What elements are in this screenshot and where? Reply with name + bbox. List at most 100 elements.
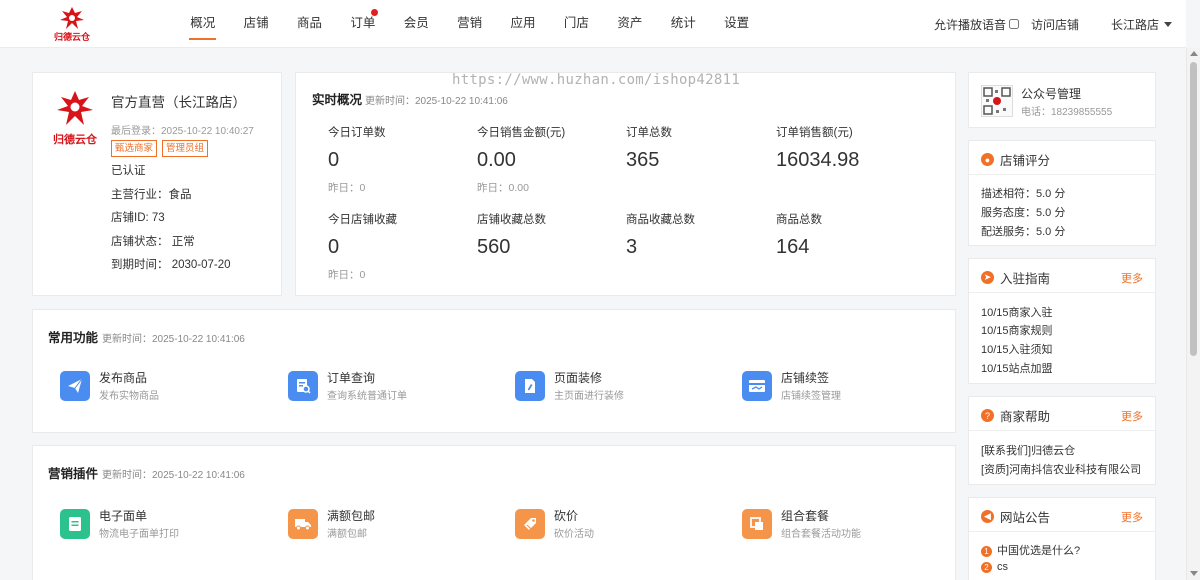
stat-total-orders: 订单总数 365 [626, 127, 672, 171]
wechat-account-card[interactable]: 公众号管理 电话：18239855555 [968, 72, 1156, 128]
rating-item: 服务态度：5.0 分 [981, 207, 1066, 219]
nav-tab-store[interactable]: 店铺 [229, 0, 282, 48]
combo-package-button[interactable]: 组合套餐 组合套餐活动功能 [742, 507, 942, 541]
navigation-arrow-icon: ➤ [981, 271, 994, 284]
rating-item: 配送服务：5.0 分 [981, 226, 1066, 238]
guide-link[interactable]: 10/15商家规则 [981, 322, 1053, 338]
guide-more-link[interactable]: 更多 [1121, 270, 1143, 286]
guide-link[interactable]: 10/15商家入驻 [981, 304, 1053, 320]
notice-number-badge: 2 [981, 562, 992, 573]
store-id: 店铺ID: 73 [111, 212, 165, 224]
truck-icon [288, 509, 318, 539]
stat-today-sales: 今日销售金额(元) 0.00 昨日：0.00 [477, 127, 566, 194]
store-switcher[interactable]: 长江路店 [1111, 16, 1172, 33]
nav-tab-shops[interactable]: 门店 [550, 0, 603, 48]
bargain-button[interactable]: 砍价 砍价活动 [515, 507, 715, 541]
last-login-time: 最后登录：2025-10-22 10:40:27 [111, 126, 254, 137]
stat-total-sales: 订单销售额(元) 16034.98 [776, 127, 860, 171]
store-expire-date: 到期时间： 2030-07-20 [111, 259, 231, 271]
rating-icon: ● [981, 153, 994, 166]
store-renewal-button[interactable]: 店铺续签 店铺续签管理 [742, 369, 942, 403]
site-notice-card: ◀ 网站公告 更多 1 中国优选是什么? 2 cs [968, 497, 1156, 580]
combo-icon [742, 509, 772, 539]
card-title: 入驻指南 [1000, 272, 1051, 286]
stat-goods-total: 商品总数 164 [776, 214, 822, 258]
stat-today-store-favorites: 今日店铺收藏 0 昨日：0 [328, 214, 397, 281]
stat-today-orders: 今日订单数 0 昨日：0 [328, 127, 386, 194]
card-title: 店铺评分 [1000, 154, 1051, 168]
wechat-title: 公众号管理 [1021, 87, 1082, 101]
bargain-icon [515, 509, 545, 539]
realtime-overview-card: 实时概况 更新时间：2025-10-22 10:41:06 今日订单数 0 昨日… [295, 72, 956, 296]
brand-name: 归德云仓 [53, 32, 90, 42]
store-industry: 主营行业：食品 [111, 189, 192, 201]
nav-tab-members[interactable]: 会员 [390, 0, 443, 48]
speaker-icon: ◀ [981, 510, 994, 523]
page-scrollbar[interactable] [1186, 48, 1200, 580]
visit-store-link[interactable]: 访问店铺 [1031, 16, 1079, 33]
order-query-button[interactable]: 订单查询 查询系统普通订单 [288, 369, 488, 403]
voice-toggle[interactable]: 允许播放语音 [934, 16, 1019, 33]
publish-goods-button[interactable]: 发布商品 发布实物商品 [60, 369, 260, 403]
main-nav: 概况 店铺 商品 订单 会员 营销 应用 门店 资产 统计 设置 [176, 0, 763, 48]
notice-item[interactable]: 1 中国优选是什么? [981, 542, 1080, 558]
help-link[interactable]: [资质]河南抖信农业科技有限公司 [981, 461, 1141, 477]
waybill-icon [60, 509, 90, 539]
merchant-help-card: ? 商家帮助 更多 [联系我们]归德云仓 [资质]河南抖信农业科技有限公司 [968, 396, 1156, 485]
page-edit-icon [515, 371, 545, 401]
nav-tab-goods[interactable]: 商品 [283, 0, 336, 48]
guide-link[interactable]: 10/15站点加盟 [981, 360, 1053, 376]
page-decoration-button[interactable]: 页面装修 主页面进行装修 [515, 369, 715, 403]
help-more-link[interactable]: 更多 [1121, 408, 1143, 424]
settlement-guide-card: ➤ 入驻指南 更多 10/15商家入驻 10/15商家规则 10/15入驻须知 … [968, 258, 1156, 384]
card-title: 网站公告 [1000, 511, 1051, 525]
store-rating-card: ● 店铺评分 描述相符：5.0 分 服务态度：5.0 分 配送服务：5.0 分 [968, 140, 1156, 246]
nav-tab-settings[interactable]: 设置 [710, 0, 763, 48]
scrollbar-thumb[interactable] [1190, 62, 1197, 356]
order-search-icon [288, 371, 318, 401]
store-name: 官方直营（长江路店） [111, 95, 246, 110]
section-title: 营销插件 [48, 467, 99, 481]
stat-store-favorites-total: 店铺收藏总数 560 [477, 214, 546, 258]
nav-tab-assets[interactable]: 资产 [603, 0, 656, 48]
update-time: 更新时间：2025-10-22 10:41:06 [365, 96, 508, 107]
update-time: 更新时间：2025-10-22 10:41:06 [102, 470, 245, 481]
notice-item[interactable]: 2 cs [981, 561, 1008, 573]
guide-link[interactable]: 10/15入驻须知 [981, 341, 1053, 357]
store-logo-icon: 归德云仓 [51, 91, 99, 146]
caret-down-icon [1164, 21, 1172, 27]
qr-code-icon [981, 85, 1013, 117]
section-title: 常用功能 [48, 331, 99, 345]
section-title: 实时概况 [312, 93, 363, 107]
voice-checkbox[interactable] [1008, 19, 1019, 29]
store-status: 店铺状态： 正常 [111, 236, 195, 248]
nav-tab-apps[interactable]: 应用 [496, 0, 549, 48]
help-link[interactable]: [联系我们]归德云仓 [981, 442, 1075, 458]
nav-tab-statistics[interactable]: 统计 [657, 0, 710, 48]
scroll-down-arrow-icon[interactable] [1190, 571, 1198, 576]
top-header: 归德云仓 概况 店铺 商品 订单 会员 营销 应用 门店 资产 统计 设置 允许… [0, 0, 1186, 48]
marketing-plugins-card: 营销插件 更新时间：2025-10-22 10:41:06 电子面单 物流电子面… [32, 445, 956, 580]
scroll-up-arrow-icon[interactable] [1190, 51, 1198, 56]
nav-tab-overview[interactable]: 概况 [176, 0, 229, 48]
nav-tab-orders[interactable]: 订单 [336, 0, 389, 48]
store-info-card: 归德云仓 官方直营（长江路店） 最后登录：2025-10-22 10:40:27… [32, 72, 282, 296]
watermark-text: https://www.huzhan.com/ishop42811 [452, 72, 741, 88]
paper-plane-icon [60, 371, 90, 401]
certified-status: 已认证 [111, 165, 146, 177]
common-functions-card: 常用功能 更新时间：2025-10-22 10:41:06 发布商品 发布实物商… [32, 309, 956, 433]
stat-goods-favorites-total: 商品收藏总数 3 [626, 214, 695, 258]
free-shipping-button[interactable]: 满额包邮 满额包邮 [288, 507, 488, 541]
svg-text:归德云仓: 归德云仓 [53, 132, 98, 146]
rating-item: 描述相符：5.0 分 [981, 188, 1066, 200]
notice-number-badge: 1 [981, 546, 992, 557]
e-waybill-button[interactable]: 电子面单 物流电子面单打印 [60, 507, 260, 541]
card-title: 商家帮助 [1000, 410, 1051, 424]
notice-more-link[interactable]: 更多 [1121, 509, 1143, 525]
nav-tab-marketing[interactable]: 营销 [443, 0, 496, 48]
notification-dot [370, 9, 378, 16]
store-tag: 管理员组 [162, 140, 209, 157]
brand-emblem-icon [60, 7, 84, 29]
store-tag: 甄选商家 [111, 140, 158, 157]
brand-logo[interactable]: 归德云仓 [52, 6, 92, 42]
